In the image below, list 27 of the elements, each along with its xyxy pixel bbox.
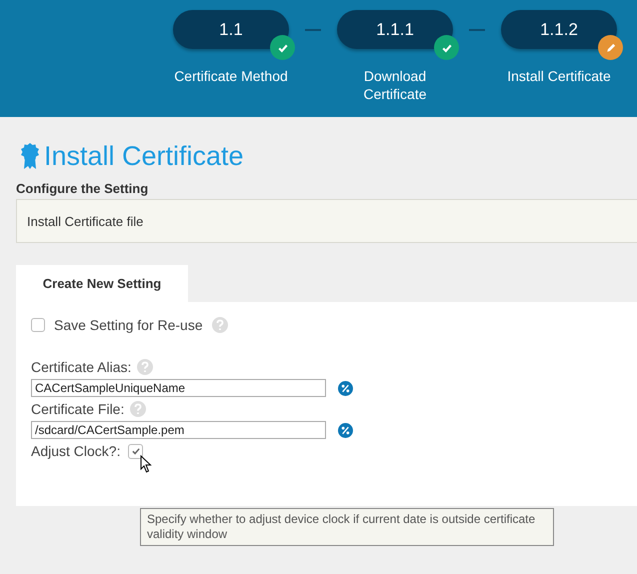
checkbox-label: Save Setting for Re-use: [54, 317, 203, 333]
step-pill[interactable]: 1.1.1: [337, 10, 453, 49]
step-pill[interactable]: 1.1.2: [501, 10, 617, 49]
input-field[interactable]: CACertSampleUniqueName: [31, 379, 326, 397]
help-icon[interactable]: [212, 317, 228, 333]
step-label: Install Certificate: [506, 67, 612, 85]
page-title: Install Certificate: [44, 140, 244, 173]
checkbox[interactable]: [31, 318, 45, 332]
step-label: Download Certificate: [362, 67, 428, 103]
help-icon[interactable]: [137, 359, 154, 375]
cursor-icon: [140, 455, 152, 473]
setting-name-field[interactable]: Install Certificate file: [16, 199, 637, 243]
tooltip: Specify whether to adjust device clock if current date is outside certificate validity window: [140, 508, 554, 546]
field-label: Certificate Alias:: [31, 359, 132, 375]
certificate-icon: [20, 142, 40, 170]
step-pill[interactable]: 1.1: [173, 10, 289, 49]
check-icon: [130, 446, 141, 456]
checkbox[interactable]: [128, 444, 144, 458]
field-label: Certificate File:: [31, 401, 124, 417]
field-label: Adjust Clock?:: [31, 443, 120, 459]
step-label: Certificate Method: [173, 67, 289, 85]
variable-icon[interactable]: [338, 380, 353, 396]
input-field[interactable]: /sdcard/CACertSample.pem: [31, 421, 326, 439]
section-label: Configure the Setting: [16, 181, 150, 196]
help-icon[interactable]: [130, 401, 146, 417]
variable-icon[interactable]: [338, 422, 353, 438]
tab[interactable]: Create New Setting: [16, 265, 188, 302]
